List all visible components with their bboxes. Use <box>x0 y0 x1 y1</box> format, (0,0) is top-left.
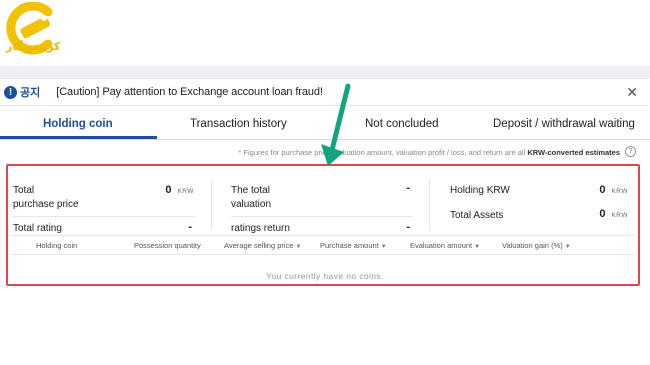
page-background-band <box>0 66 650 78</box>
green-arrow-icon <box>321 83 351 166</box>
help-icon[interactable]: ? <box>625 146 636 157</box>
active-tab-indicator <box>0 136 157 139</box>
exclamation-circle-icon: ! <box>4 85 17 99</box>
notice-tag: 공지 <box>20 86 41 99</box>
estimate-footnote: * Figures for purchase price, valuation … <box>238 148 620 157</box>
tab-transaction-history[interactable]: Transaction history <box>190 118 287 130</box>
notice-link[interactable]: [Caution] Pay attention to Exchange acco… <box>56 86 323 98</box>
page: کریپتونگار ! 공지 [Caution] Pay attention … <box>0 0 650 365</box>
logo-text: کریپتونگار <box>6 40 61 53</box>
footnote-text: * Figures for purchase price, valuation … <box>238 148 526 157</box>
highlight-box <box>6 164 640 286</box>
footnote-bold: KRW-converted estimates <box>527 148 620 157</box>
tab-holding-coin[interactable]: Holding coin <box>43 118 113 130</box>
tab-deposit-withdrawal-waiting[interactable]: Deposit / withdrawal waiting <box>493 118 635 130</box>
close-icon[interactable]: ✕ <box>626 84 638 101</box>
tab-not-concluded[interactable]: Not concluded <box>365 118 439 130</box>
